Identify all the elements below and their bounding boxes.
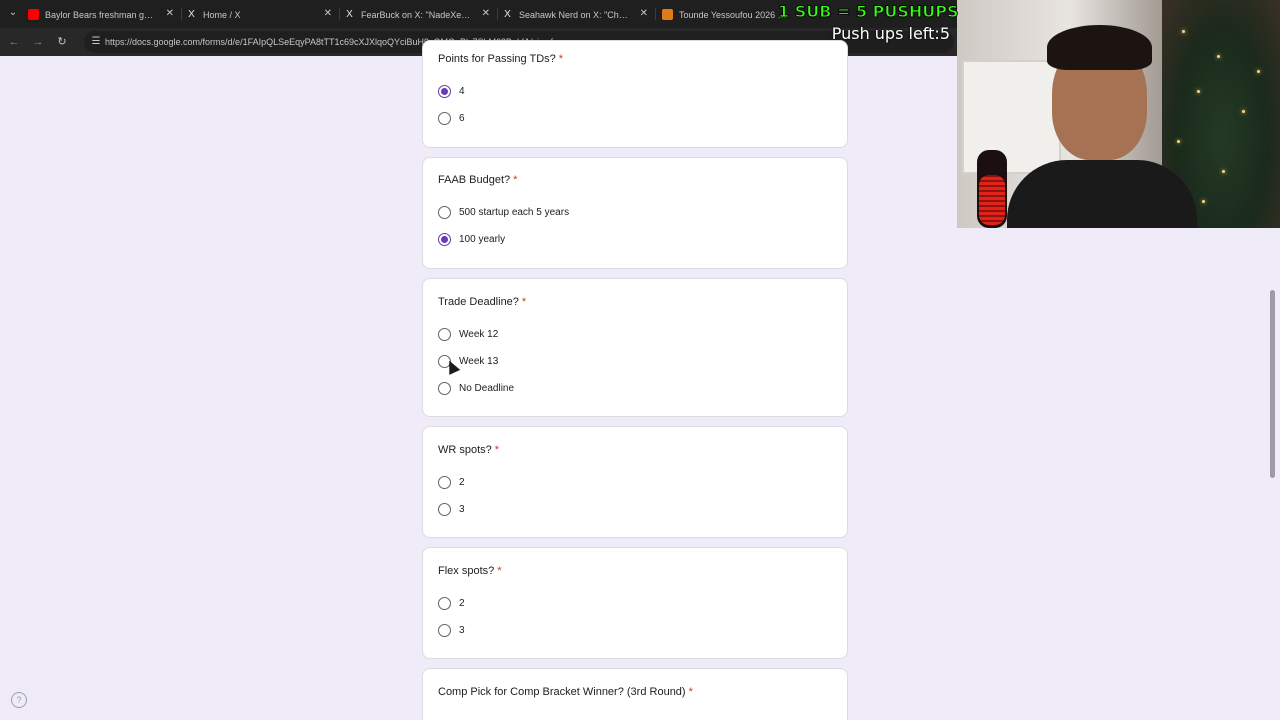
question-card-passing-tds: Points for Passing TDs? * 4 6	[422, 40, 848, 148]
option-label: No Deadline	[459, 383, 515, 394]
option-label: 3	[459, 504, 465, 515]
scrollbar-thumb[interactable]	[1270, 290, 1275, 478]
sub-pushups-banner: 1 SUB = 5 PUSHUPS	[778, 2, 958, 22]
option-label: 3	[459, 625, 465, 636]
question-title: Flex spots? *	[438, 565, 502, 577]
tab-divider	[655, 8, 656, 20]
option-label: 6	[459, 113, 465, 124]
radio-button[interactable]	[438, 112, 451, 125]
radio-button[interactable]	[438, 206, 451, 219]
option-label: 4	[459, 86, 465, 97]
tab-label: Seahawk Nerd on X: "Champi	[519, 9, 629, 20]
x-icon: X	[346, 9, 353, 21]
radio-button[interactable]	[438, 597, 451, 610]
question-title: Trade Deadline? *	[438, 296, 527, 308]
radio-button[interactable]	[438, 503, 451, 516]
close-tab-icon[interactable]: ✕	[482, 2, 490, 26]
help-icon[interactable]: ?	[11, 692, 27, 708]
tab-divider	[339, 8, 340, 20]
tab-label: FearBuck on X: "NadeXe crashe	[361, 9, 471, 20]
question-title: Points for Passing TDs? *	[438, 53, 564, 65]
radio-button[interactable]	[438, 328, 451, 341]
close-tab-icon[interactable]: ✕	[640, 2, 648, 26]
streamer-hair	[1047, 25, 1152, 70]
tab-label: Home / X	[203, 9, 241, 20]
question-title: FAAB Budget? *	[438, 174, 518, 186]
option-label: 500 startup each 5 years	[459, 207, 570, 218]
option-label: 2	[459, 477, 465, 488]
x-icon: X	[188, 9, 195, 21]
tab-divider	[181, 8, 182, 20]
question-card-trade-deadline: Trade Deadline? * Week 12 Week 13 No Dead…	[422, 278, 848, 417]
radio-button[interactable]	[438, 233, 451, 246]
option-label: Week 12	[459, 329, 499, 340]
radio-button[interactable]	[438, 624, 451, 637]
reload-icon[interactable]: ↻	[54, 34, 70, 50]
tab-x-seahawk[interactable]: X Seahawk Nerd on X: "Champi ✕	[502, 2, 652, 26]
option-label: 2	[459, 598, 465, 609]
tab-x-home[interactable]: X Home / X ✕	[186, 2, 336, 26]
radio-button[interactable]	[438, 382, 451, 395]
page-scrollbar[interactable]	[1268, 228, 1280, 720]
tab-x-fearbuck[interactable]: X FearBuck on X: "NadeXe crashe ✕	[344, 2, 494, 26]
youtube-icon	[28, 9, 39, 21]
tab-divider	[497, 8, 498, 20]
question-card-faab-budget: FAAB Budget? * 500 startup each 5 years 1…	[422, 157, 848, 269]
site-info-icon[interactable]: ☰	[90, 36, 102, 48]
close-tab-icon[interactable]: ✕	[166, 2, 174, 26]
option-label: Week 13	[459, 356, 499, 367]
tab-label: Tounde Yessoufou 2026 Draft	[679, 9, 789, 20]
tab-search-chevron-icon[interactable]: ⌄	[4, 4, 22, 22]
tankathon-icon	[662, 9, 673, 21]
back-icon[interactable]: ←	[6, 34, 22, 50]
question-card-comp-pick: Comp Pick for Comp Bracket Winner? (3rd …	[422, 668, 848, 720]
tab-label: Baylor Bears freshman guard To	[45, 9, 155, 20]
close-tab-icon[interactable]: ✕	[324, 2, 332, 26]
tab-youtube[interactable]: Baylor Bears freshman guard To ✕	[28, 2, 178, 26]
option-label: 100 yearly	[459, 234, 506, 245]
webcam-feed	[957, 0, 1280, 228]
question-title: Comp Pick for Comp Bracket Winner? (3rd …	[438, 686, 693, 698]
forward-icon[interactable]: →	[30, 34, 46, 50]
streamer-body	[1007, 160, 1197, 228]
question-card-wr-spots: WR spots? * 2 3	[422, 426, 848, 538]
question-title: WR spots? *	[438, 444, 500, 456]
question-card-flex-spots: Flex spots? * 2 3	[422, 547, 848, 659]
x-icon: X	[504, 9, 511, 21]
radio-button[interactable]	[438, 85, 451, 98]
microphone-light	[979, 175, 1005, 225]
radio-button[interactable]	[438, 476, 451, 489]
